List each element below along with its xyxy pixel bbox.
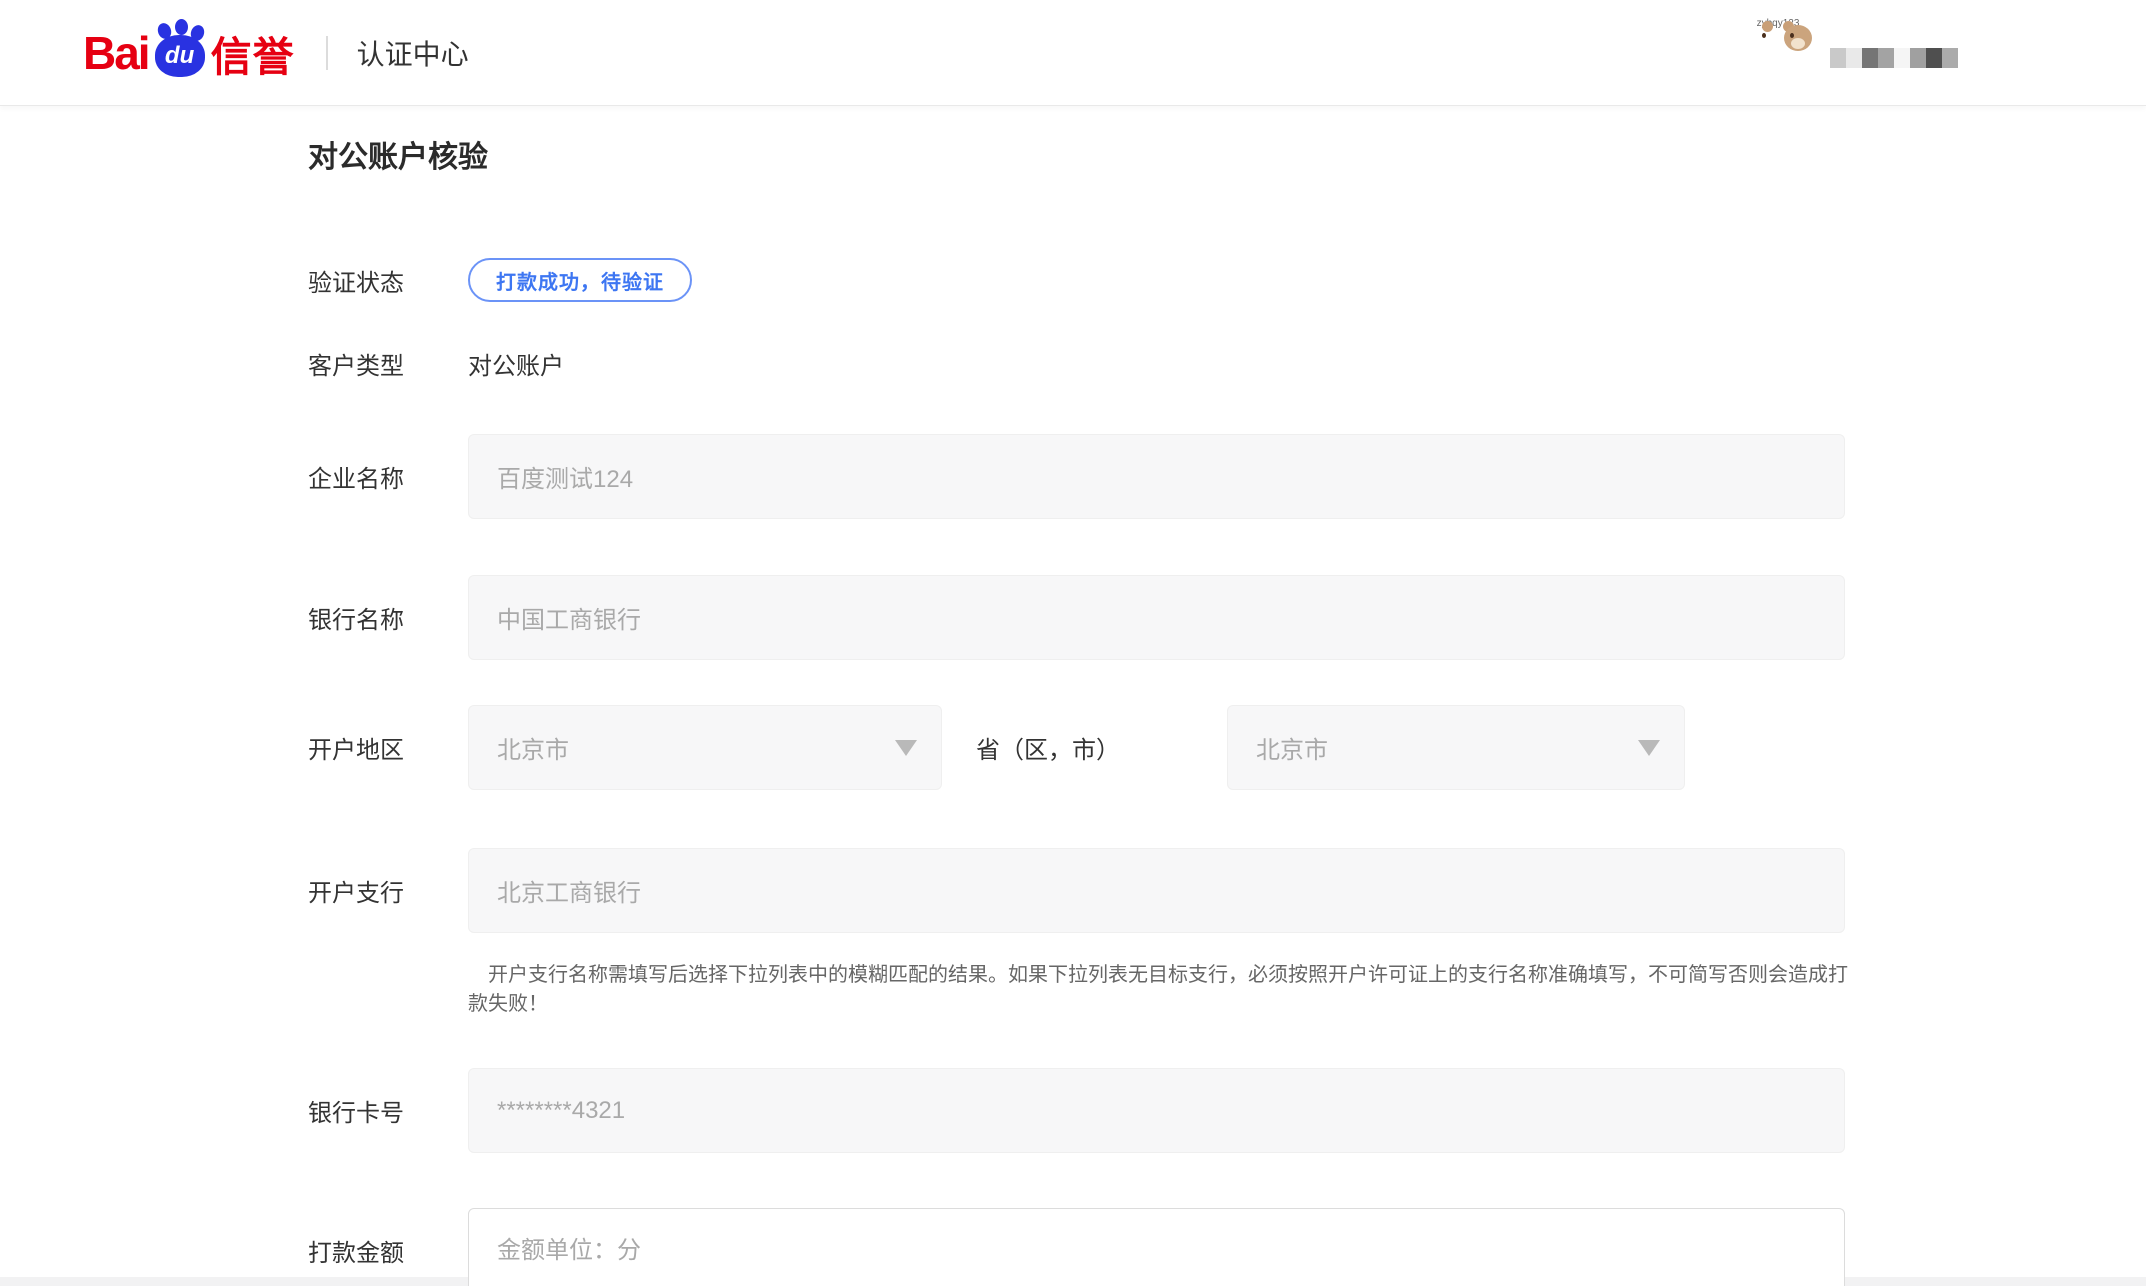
top-header: Bai du 信誉 认证中心 zybqy123	[0, 0, 2146, 106]
site-section-title: 认证中心	[357, 33, 469, 73]
chevron-down-icon	[895, 740, 917, 756]
company-name-label: 企业名称	[308, 459, 468, 494]
logo-text-xinyu: 信誉	[211, 23, 295, 83]
header-divider	[326, 36, 328, 70]
verification-form: 对公账户核验 验证状态 打款成功，待验证 客户类型 对公账户 企业名称 银行名称…	[0, 106, 2146, 1286]
status-badge: 打款成功，待验证	[468, 258, 692, 302]
baidu-xinyu-logo[interactable]: Bai du 信誉	[83, 21, 295, 85]
card-number-input	[468, 1068, 1845, 1153]
redacted-account-name	[1830, 48, 1958, 68]
logo-text-bai: Bai	[83, 26, 149, 80]
amount-input[interactable]	[468, 1208, 1845, 1286]
bank-region-label: 开户地区	[308, 730, 468, 765]
province-select: 北京市	[468, 705, 942, 790]
bank-region-row: 开户地区 北京市 省（区，市） 北京市	[308, 705, 2146, 790]
page: Bai du 信誉 认证中心 zybqy123	[0, 0, 2146, 1286]
logo-text-du: du	[165, 42, 194, 70]
company-name-input	[468, 434, 1845, 519]
chevron-down-icon	[1638, 740, 1660, 756]
city-select: 北京市	[1227, 705, 1685, 790]
province-suffix-label: 省（区，市）	[976, 730, 1120, 765]
branch-help-text: 开户支行名称需填写后选择下拉列表中的模糊匹配的结果。如果下拉列表无目标支行，必须…	[468, 961, 1858, 1019]
card-number-row: 银行卡号	[308, 1068, 2146, 1153]
user-avatar[interactable]: zybqy123	[1753, 16, 1803, 29]
baidu-paw-icon: du	[151, 21, 209, 79]
page-title: 对公账户核验	[308, 142, 2146, 174]
bank-name-row: 银行名称	[308, 575, 2146, 660]
bank-name-input	[468, 575, 1845, 660]
customer-type-label: 客户类型	[308, 346, 468, 381]
bank-branch-row: 开户支行	[308, 848, 2146, 933]
company-name-row: 企业名称	[308, 434, 2146, 519]
bank-branch-label: 开户支行	[308, 873, 468, 908]
customer-type-row: 客户类型 对公账户	[308, 350, 2146, 376]
city-select-value: 北京市	[1256, 730, 1328, 765]
card-number-label: 银行卡号	[308, 1093, 468, 1128]
province-select-value: 北京市	[497, 730, 569, 765]
status-label: 验证状态	[308, 263, 468, 298]
amount-label: 打款金额	[308, 1233, 468, 1268]
customer-type-value: 对公账户	[468, 346, 564, 381]
amount-row: 打款金额	[308, 1208, 2146, 1286]
bank-branch-input	[468, 848, 1845, 933]
bank-name-label: 银行名称	[308, 600, 468, 635]
status-row: 验证状态 打款成功，待验证	[308, 258, 2146, 302]
